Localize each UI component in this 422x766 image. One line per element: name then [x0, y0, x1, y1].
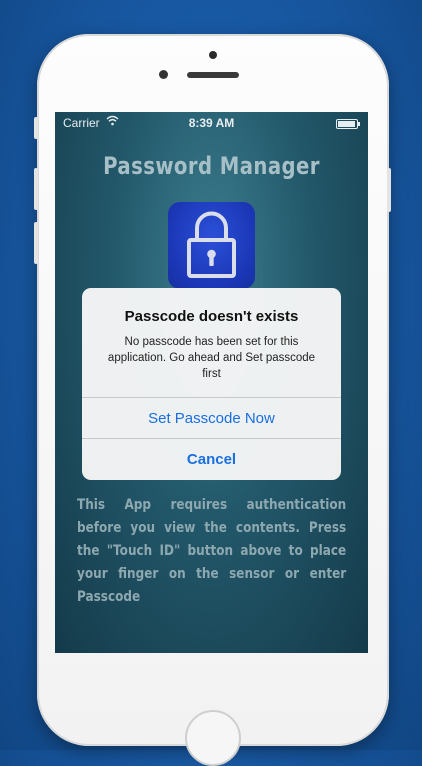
alert-title: Passcode doesn't exists: [124, 308, 299, 325]
status-time: 8:39 AM: [188, 116, 235, 130]
status-bar: Carrier 8:39 AM: [55, 112, 368, 134]
touch-id-button[interactable]: [168, 202, 255, 289]
battery-icon: [336, 119, 360, 129]
app-screen: Carrier 8:39 AM Password Manager This Ap…: [55, 112, 368, 653]
alert-message: No passcode has been set for this applic…: [107, 336, 316, 380]
set-passcode-button[interactable]: Set Passcode Now: [82, 398, 341, 439]
front-camera: [159, 70, 168, 79]
earpiece-speaker: [187, 72, 239, 78]
page-title: Password Manager: [103, 152, 320, 180]
padlock-icon: [187, 211, 236, 278]
home-button[interactable]: [185, 710, 241, 766]
power-button: [387, 168, 391, 212]
auth-info-text: This App requires authentication before …: [77, 497, 347, 605]
volume-up-button: [34, 168, 38, 210]
volume-down-button: [34, 222, 38, 264]
mute-switch: [34, 117, 38, 139]
passcode-alert: Passcode doesn't exists No passcode has …: [82, 288, 341, 480]
cancel-button[interactable]: Cancel: [82, 439, 341, 480]
proximity-sensor: [209, 51, 217, 59]
